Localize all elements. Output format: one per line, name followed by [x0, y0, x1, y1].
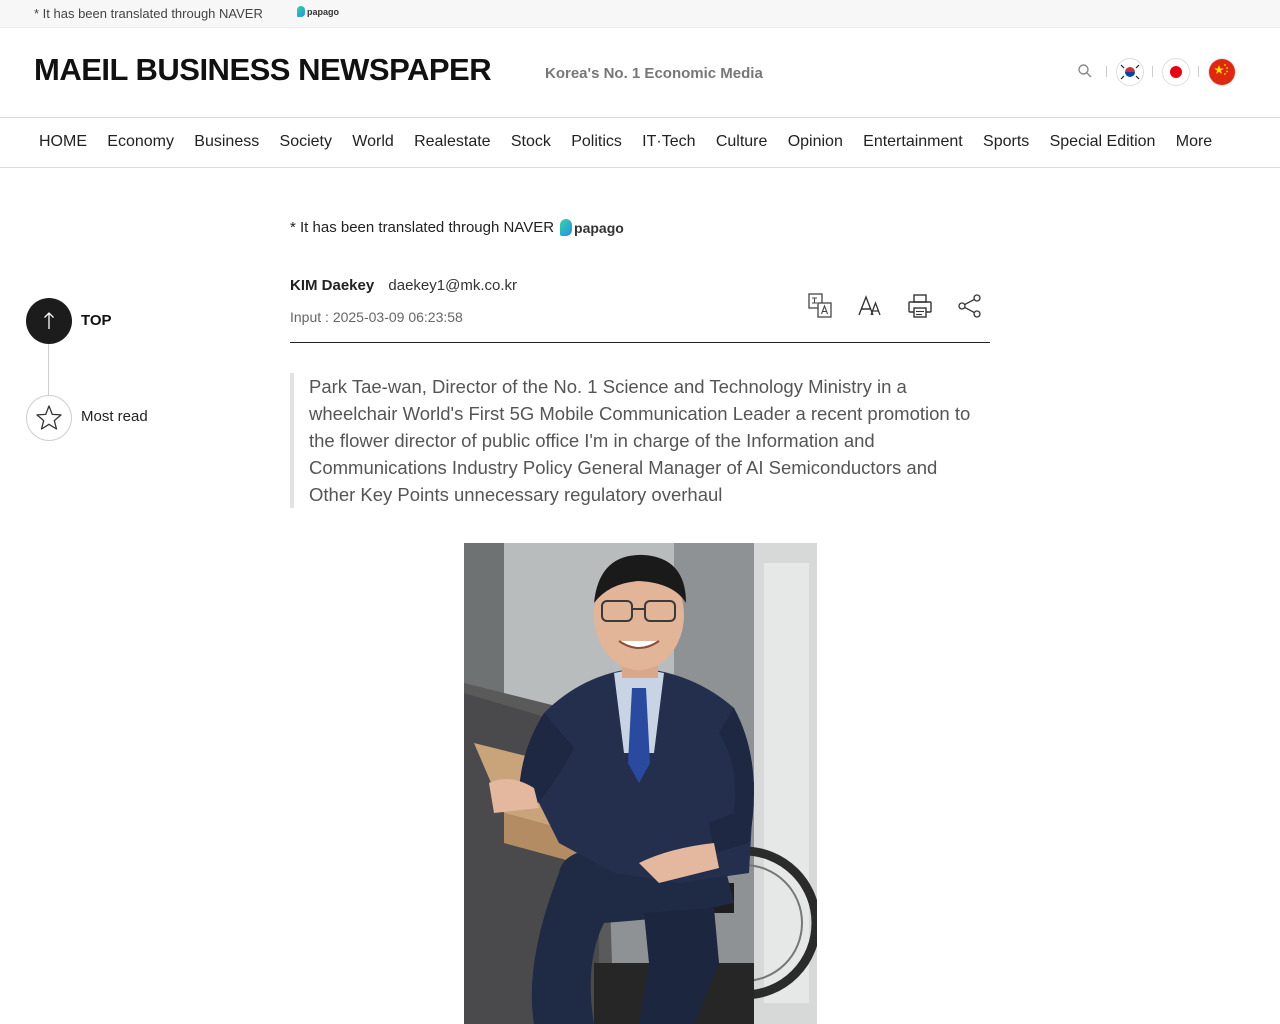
- nav-fade: [1230, 118, 1280, 167]
- papago-icon: [297, 6, 305, 17]
- papago-icon: [560, 219, 573, 236]
- nav-item-society[interactable]: Society: [280, 133, 332, 151]
- most-read-label[interactable]: Most read: [81, 408, 148, 425]
- input-date: Input : 2025-03-09 06:23:58: [290, 309, 463, 325]
- main-nav: HOME Economy Business Society World Real…: [0, 118, 1280, 168]
- author-email[interactable]: daekey1@mk.co.kr: [388, 277, 517, 294]
- nav-item-it-tech[interactable]: IT·Tech: [642, 133, 695, 151]
- translation-strip: * It has been translated through NAVER p…: [0, 0, 1280, 28]
- masthead: MAEIL BUSINESS NEWSPAPER Korea's No. 1 E…: [0, 28, 1280, 118]
- input-timestamp: 2025-03-09 06:23:58: [332, 309, 463, 325]
- site-logo[interactable]: MAEIL BUSINESS NEWSPAPER: [34, 52, 492, 88]
- divider: [1198, 66, 1199, 77]
- nav-item-entertainment[interactable]: Entertainment: [863, 133, 963, 151]
- top-label[interactable]: TOP: [81, 312, 112, 329]
- korea-flag-icon[interactable]: [1116, 58, 1144, 86]
- nav-item-politics[interactable]: Politics: [571, 133, 622, 151]
- papago-wordmark: papago: [574, 219, 624, 236]
- nav-item-culture[interactable]: Culture: [716, 133, 768, 151]
- author-name[interactable]: KIM Daekey: [290, 277, 374, 294]
- article-photo: [464, 543, 817, 1024]
- article-translation-notice: * It has been translated through NAVER p…: [290, 219, 624, 236]
- nav-item-world[interactable]: World: [352, 133, 394, 151]
- nav-item-economy[interactable]: Economy: [107, 133, 174, 151]
- nav-item-opinion[interactable]: Opinion: [788, 133, 843, 151]
- article-summary: Park Tae-wan, Director of the No. 1 Scie…: [290, 373, 980, 508]
- font-size-icon[interactable]: [856, 292, 884, 320]
- article-header-divider: [290, 342, 990, 343]
- papago-logo: papago: [297, 6, 339, 17]
- nav-item-more[interactable]: More: [1176, 133, 1212, 151]
- most-read-button[interactable]: [26, 395, 72, 441]
- nav-item-stock[interactable]: Stock: [511, 133, 551, 151]
- star-icon: [36, 405, 62, 430]
- input-label: Input :: [290, 309, 329, 325]
- translation-notice: * It has been translated through NAVER: [34, 6, 263, 21]
- nav-item-special-edition[interactable]: Special Edition: [1050, 133, 1156, 151]
- papago-wordmark: papago: [307, 6, 340, 17]
- translate-icon[interactable]: [806, 292, 834, 320]
- divider: [1106, 66, 1107, 77]
- scroll-top-button[interactable]: [26, 298, 72, 344]
- share-icon[interactable]: [956, 292, 984, 320]
- site-tagline: Korea's No. 1 Economic Media: [545, 65, 763, 82]
- nav-item-home[interactable]: HOME: [39, 133, 87, 151]
- byline: KIM Daekey daekey1@mk.co.kr: [290, 277, 517, 294]
- translation-notice-text: * It has been translated through NAVER: [290, 219, 555, 236]
- nav-item-sports[interactable]: Sports: [983, 133, 1029, 151]
- nav-item-realestate[interactable]: Realestate: [414, 133, 491, 151]
- papago-logo-large: papago: [560, 219, 624, 236]
- japan-flag-icon[interactable]: [1162, 58, 1190, 86]
- divider: [1152, 66, 1153, 77]
- china-flag-icon[interactable]: [1208, 58, 1236, 86]
- search-icon[interactable]: [1077, 63, 1093, 79]
- rail-connector: [48, 344, 49, 396]
- print-icon[interactable]: [906, 292, 934, 320]
- nav-item-business[interactable]: Business: [194, 133, 259, 151]
- arrow-up-icon: [44, 312, 54, 329]
